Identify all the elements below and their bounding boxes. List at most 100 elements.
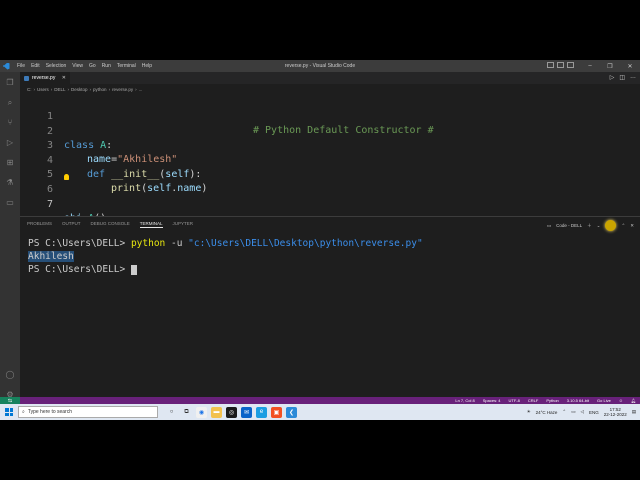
program-output: Akhilesh	[28, 251, 74, 262]
new-terminal-icon[interactable]: ＋	[587, 223, 592, 229]
windows-logo-icon	[5, 408, 13, 416]
language-mode[interactable]: Python	[546, 398, 558, 403]
mail-icon[interactable]: ✉	[241, 406, 252, 418]
tray-overflow-icon[interactable]: ⌃	[562, 409, 566, 415]
tab-debug-console[interactable]: DEBUG CONSOLE	[91, 221, 130, 228]
menu-help[interactable]: Help	[139, 63, 155, 69]
code-line: 1 # Python Default Constructor #	[20, 96, 640, 136]
status-items: Ln 7, Col 8 Spaces: 4 UTF-8 CRLF Python …	[455, 397, 636, 404]
close-panel-icon[interactable]: ✕	[630, 223, 634, 229]
breadcrumb-item[interactable]: DELL	[54, 87, 65, 92]
code-line: 6	[20, 169, 640, 195]
account-icon[interactable]: ◯	[5, 370, 15, 380]
language-indicator[interactable]: ENG	[589, 410, 599, 415]
feedback-icon[interactable]: ☺	[619, 398, 623, 403]
tab-jupyter[interactable]: JUPYTER	[173, 221, 194, 228]
vscode-taskbar-icon[interactable]: ❮	[286, 406, 297, 418]
terminal-selector[interactable]: Code - DELL	[556, 223, 582, 228]
menu-file[interactable]: File	[14, 63, 28, 69]
dell-icon[interactable]: ◎	[226, 406, 237, 418]
menu-selection[interactable]: Selection	[43, 63, 70, 69]
line-ending[interactable]: CRLF	[528, 398, 538, 403]
terminal-line: PS C:\Users\DELL>	[28, 263, 423, 276]
remote-indicator-icon[interactable]: ⇆	[0, 397, 20, 404]
menu-run[interactable]: Run	[99, 63, 114, 69]
network-icon[interactable]: ▭	[571, 409, 575, 415]
toggle-secondary-sidebar-icon[interactable]	[567, 62, 574, 68]
recorder-icon[interactable]: ▣	[271, 406, 282, 418]
weather-text[interactable]: 24°C Haze	[536, 410, 558, 415]
terminal-line: PS C:\Users\DELL> python -u "c:\Users\DE…	[28, 238, 423, 249]
remote-explorer-icon[interactable]: ▭	[5, 198, 15, 208]
status-bar: ⇆ Ln 7, Col 8 Spaces: 4 UTF-8 CRLF Pytho…	[0, 397, 640, 404]
explorer-icon[interactable]: ❐	[5, 78, 15, 88]
taskbar-apps: ○ ⧉ ◉ ▬ ◎ ✉ e ▣ ❮	[166, 406, 297, 418]
cortana-icon[interactable]: ○	[166, 407, 177, 418]
menu-view[interactable]: View	[69, 63, 86, 69]
tab-terminal[interactable]: TERMINAL	[139, 221, 163, 228]
chrome-icon[interactable]: ◉	[196, 406, 207, 418]
tab-problems[interactable]: PROBLEMS	[27, 221, 52, 228]
bottom-panel: PROBLEMS OUTPUT DEBUG CONSOLE TERMINAL J…	[20, 216, 640, 398]
breadcrumb-item[interactable]: C:	[27, 87, 32, 92]
maximize-panel-icon[interactable]: ⌃	[621, 223, 625, 229]
breadcrumb-item[interactable]: python	[93, 87, 107, 92]
breadcrumb-item[interactable]: reverse.py	[112, 87, 133, 92]
run-file-icon[interactable]: ▷	[610, 74, 615, 81]
cursor-position[interactable]: Ln 7, Col 8	[455, 398, 474, 403]
breadcrumb-item[interactable]: ...	[139, 87, 143, 92]
breadcrumb: C: › Users › DELL › Desktop › python › revers…	[27, 87, 143, 92]
python-interpreter[interactable]: 3.10.5 64-bit	[567, 398, 589, 403]
lightbulb-icon[interactable]	[64, 174, 69, 180]
code-line: 3 name="Akhilesh"	[20, 125, 640, 165]
clock[interactable]: 17:52 22-12-2022	[604, 407, 627, 417]
start-button[interactable]	[0, 404, 18, 420]
breadcrumb-item[interactable]: Desktop	[71, 87, 88, 92]
action-center-icon[interactable]: ▤	[632, 409, 636, 415]
edge-icon[interactable]: e	[256, 406, 267, 418]
menu-terminal[interactable]: Terminal	[114, 63, 139, 69]
split-editor-icon[interactable]: ◫	[619, 74, 625, 81]
title-bar: File Edit Selection View Go Run Terminal…	[0, 60, 640, 72]
line-number: 7	[46, 199, 53, 210]
maximize-button[interactable]: ❐	[600, 60, 620, 72]
windows-taskbar: ⌕ Type here to search ○ ⧉ ◉ ▬ ◎ ✉ e ▣ ❮ …	[0, 404, 640, 420]
search-icon: ⌕	[22, 409, 25, 415]
task-view-icon[interactable]: ⧉	[181, 407, 192, 418]
minimize-button[interactable]: –	[580, 60, 600, 72]
code-line: 7 obj=A()	[20, 184, 640, 224]
file-explorer-icon[interactable]: ▬	[211, 406, 222, 418]
taskbar-search[interactable]: ⌕ Type here to search	[18, 406, 158, 418]
testing-icon[interactable]: ⚗	[5, 178, 15, 188]
clock-date: 22-12-2022	[603, 412, 627, 417]
go-live-button[interactable]: Go Live	[597, 398, 611, 403]
breadcrumb-item[interactable]: Users	[37, 87, 49, 92]
code-line: 4 def __init__(self):	[20, 140, 640, 180]
extensions-icon[interactable]: ⊞	[5, 158, 15, 168]
dropdown-icon[interactable]: ⌄	[597, 223, 601, 229]
search-icon[interactable]: ⌕	[5, 98, 15, 108]
toggle-panel-icon[interactable]	[557, 62, 564, 68]
menu-edit[interactable]: Edit	[28, 63, 43, 69]
terminal-cursor	[130, 264, 137, 275]
more-actions-icon[interactable]: …	[630, 74, 636, 81]
window-controls: – ❐ ✕	[580, 60, 640, 72]
system-tray: ☀︎ 24°C Haze ⌃ ▭ ◁ ENG 17:52 22-12-2022 …	[527, 404, 636, 420]
close-tab-icon[interactable]: ✕	[62, 75, 66, 81]
tab-reverse-py[interactable]: reverse.py ✕	[20, 72, 70, 84]
toggle-sidebar-icon[interactable]	[547, 62, 554, 68]
indentation[interactable]: Spaces: 4	[483, 398, 501, 403]
menu-go[interactable]: Go	[86, 63, 99, 69]
run-debug-icon[interactable]: ▷	[5, 138, 15, 148]
editor-actions: ▷ ◫ …	[610, 74, 636, 81]
tab-output[interactable]: OUTPUT	[62, 221, 81, 228]
code-line: 2 class A:	[20, 111, 640, 151]
weather-icon: ☀︎	[526, 409, 531, 414]
source-control-icon[interactable]: ⑂	[5, 118, 15, 128]
notifications-icon[interactable]: 🔔︎	[631, 398, 636, 403]
close-window-button[interactable]: ✕	[620, 60, 640, 72]
volume-icon[interactable]: ◁	[580, 409, 583, 415]
encoding[interactable]: UTF-8	[509, 398, 520, 403]
terminal-output[interactable]: PS C:\Users\DELL> python -u "c:\Users\DE…	[28, 237, 423, 276]
desktop-screen: File Edit Selection View Go Run Terminal…	[0, 60, 640, 420]
